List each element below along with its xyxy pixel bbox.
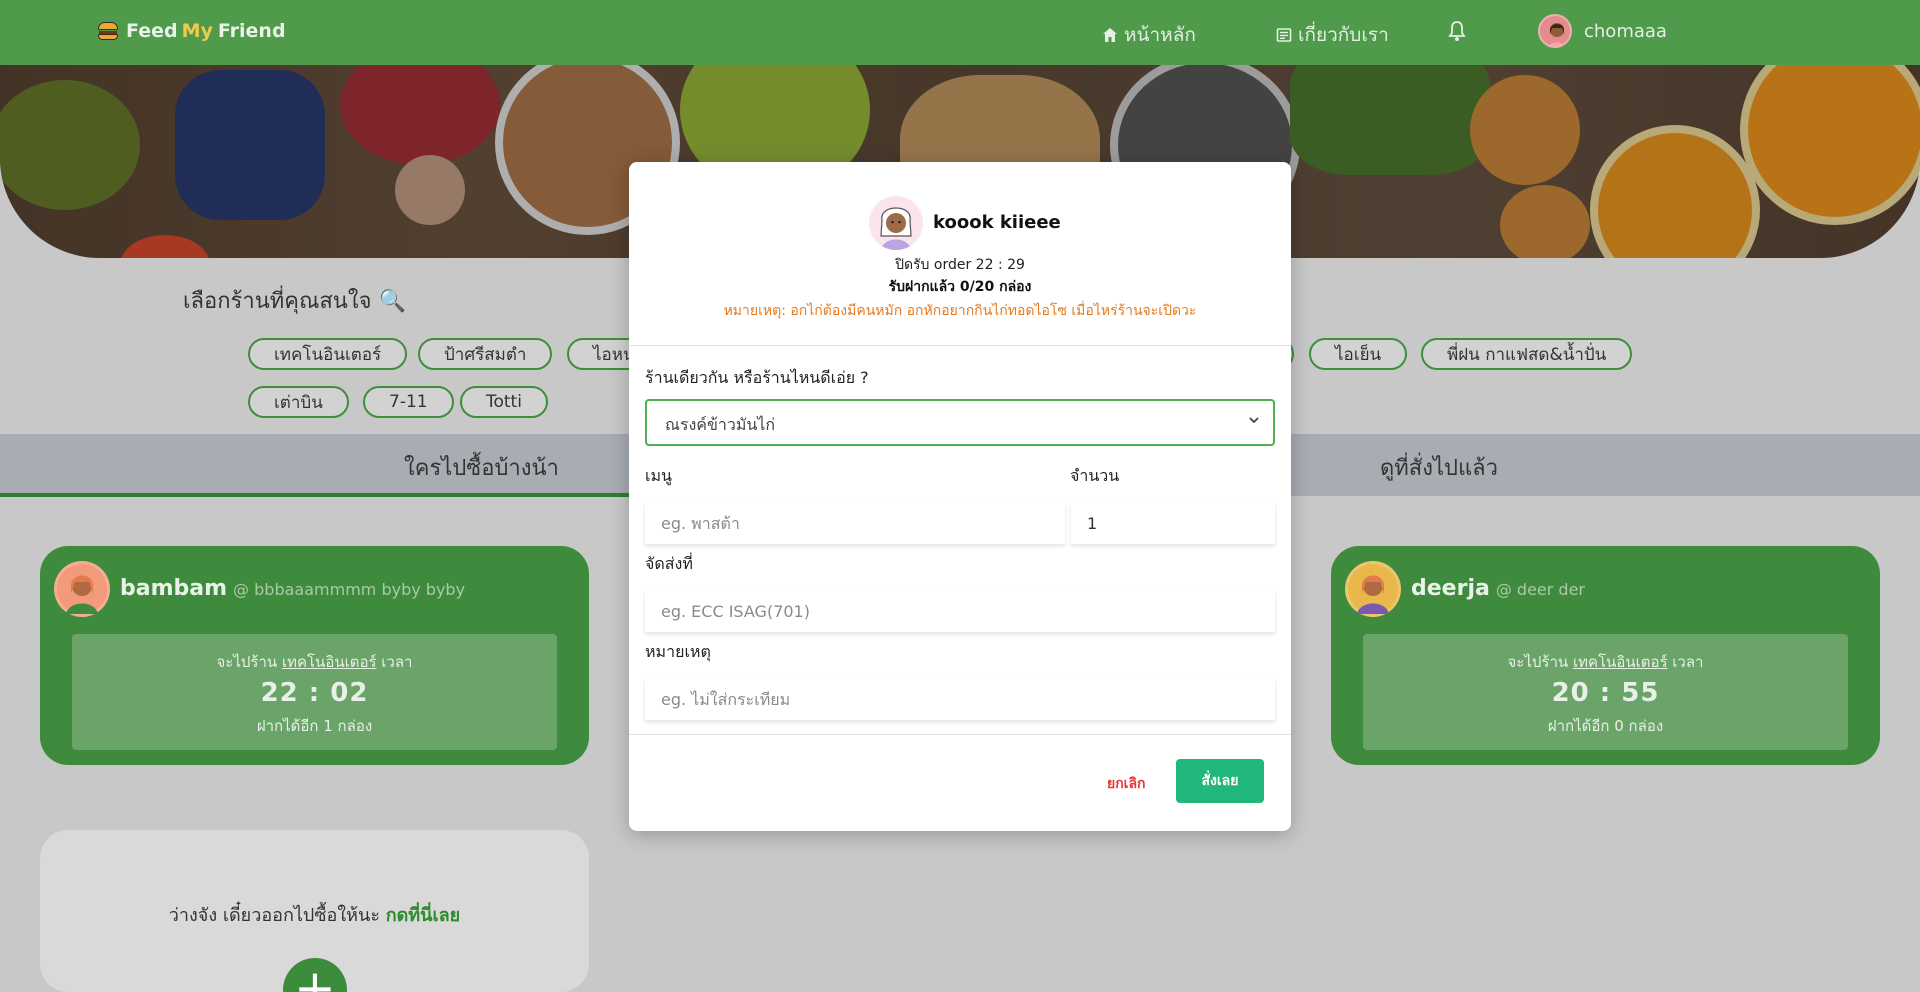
quantity-input[interactable] — [1071, 502, 1275, 544]
shop-select-label: ร้านเดียวกัน หรือร้านไหนดีเอ่ย ? — [645, 368, 869, 387]
create-trip-link[interactable]: กดที่นี่เลย — [386, 905, 461, 926]
buyer-note: หมายเหตุ: อกไก่ต้องมีคนหมัก อกหักอยากกิน… — [723, 303, 1197, 319]
user-name: chomaaa — [1584, 20, 1667, 42]
trip-time: 20 : 55 — [1551, 678, 1660, 708]
shop-chip[interactable]: เทคโนอินเตอร์ — [248, 338, 408, 370]
nav-home-link[interactable]: หน้าหลัก — [1102, 20, 1196, 50]
shop-chip[interactable]: ป้าศรีสมตำ — [418, 338, 553, 370]
buyer-name: koook kiieee — [933, 212, 1061, 233]
news-icon — [1276, 28, 1292, 42]
buyer-name: deerja @ deer der — [1411, 576, 1585, 601]
home-icon — [1103, 28, 1117, 42]
tab-who-buying[interactable]: ใครไปซื้อบ้างน้า — [404, 450, 559, 485]
create-trip-card: ว่างจัง เดี๋ยวออกไปซื้อให้นะ กดที่นี่เลย… — [40, 830, 589, 992]
brand-feed: Feed — [126, 20, 178, 42]
order-button[interactable]: สั่งเลย — [1176, 759, 1264, 803]
quantity-label: จำนวน — [1070, 466, 1120, 485]
trip-time: 22 : 02 — [260, 678, 369, 708]
shop-link[interactable]: เทคโนอินเตอร์ — [282, 653, 377, 671]
avatar — [1345, 561, 1401, 617]
brand-my: My — [181, 20, 213, 42]
buyer-name: bambam @ bbbaaammmm byby byby — [120, 576, 466, 601]
deliver-label: จัดส่งที่ — [645, 554, 693, 573]
buyer-card[interactable]: bambam @ bbbaaammmm byby byby จะไปร้าน เท… — [40, 546, 589, 765]
menu-label: เมนู — [645, 466, 672, 485]
burger-icon — [98, 22, 118, 40]
order-modal: koook kiieee ปิดรับ order 22 : 29 รับฝาก… — [629, 162, 1291, 831]
close-time: ปิดรับ order 22 : 29 — [895, 257, 1025, 273]
shop-chip[interactable]: Totti — [460, 386, 548, 418]
user-menu[interactable]: chomaaa — [1538, 14, 1667, 48]
shop-chip[interactable]: เต่าบิน — [248, 386, 349, 418]
navbar: Feed My Friend หน้าหลัก เกี่ยวกับเรา choma… — [0, 0, 1920, 65]
buyer-card[interactable]: deerja @ deer der จะไปร้าน เทคโนอินเตอร์ … — [1331, 546, 1880, 765]
tab-my-orders[interactable]: ดูที่สั่งไปแล้ว — [1380, 450, 1498, 485]
create-trip-text: ว่างจัง เดี๋ยวออกไปซื้อให้นะ กดที่นี่เลย — [168, 905, 461, 926]
shop-select[interactable]: ณรงค์ข้าวมันไก่ — [645, 399, 1275, 446]
modal-header: koook kiieee ปิดรับ order 22 : 29 รับฝาก… — [629, 162, 1291, 346]
bell-icon[interactable] — [1448, 20, 1466, 42]
avatar — [869, 196, 923, 250]
chevron-down-icon — [1249, 417, 1259, 424]
buyer-handle: @ bbbaaammmm byby byby — [233, 580, 466, 599]
trip-info: จะไปร้าน เทคโนอินเตอร์ เวลา 20 : 55 ฝากไ… — [1363, 634, 1848, 750]
nav-home-label: หน้าหลัก — [1124, 24, 1196, 46]
avatar — [54, 561, 110, 617]
remark-label: หมายเหตุ — [645, 642, 711, 661]
modal-divider — [629, 734, 1291, 735]
received-count: รับฝากแล้ว 0/20 กล่อง — [888, 279, 1032, 295]
trip-info: จะไปร้าน เทคโนอินเตอร์ เวลา 22 : 02 ฝากไ… — [72, 634, 557, 750]
deliver-input[interactable] — [645, 590, 1275, 632]
remark-input[interactable] — [645, 678, 1275, 720]
brand-friend: Friend — [217, 20, 286, 42]
shop-link[interactable]: เทคโนอินเตอร์ — [1573, 653, 1668, 671]
nav-about-label: เกี่ยวกับเรา — [1298, 24, 1389, 46]
avatar — [1538, 14, 1572, 48]
shop-select-value: ณรงค์ข้าวมันไก่ — [665, 415, 776, 434]
remaining-slots: ฝากได้อีก 1 กล่อง — [256, 717, 373, 735]
buyer-handle: @ deer der — [1495, 580, 1585, 599]
choose-shop-title: เลือกร้านที่คุณสนใจ 🔍 — [183, 289, 406, 314]
shop-chip[interactable]: 7-11 — [363, 386, 454, 418]
add-trip-button[interactable]: + — [283, 958, 347, 992]
remaining-slots: ฝากได้อีก 0 กล่อง — [1547, 717, 1664, 735]
menu-input[interactable] — [645, 502, 1065, 544]
shop-chip[interactable]: พี่ฝน กาแฟสด&น้ำปั่น — [1421, 338, 1633, 370]
shop-chip[interactable]: ไอเย็น — [1309, 338, 1408, 370]
brand-logo[interactable]: Feed My Friend — [98, 20, 286, 42]
cancel-button[interactable]: ยกเลิก — [1107, 773, 1146, 795]
nav-about-link[interactable]: เกี่ยวกับเรา — [1276, 20, 1389, 50]
